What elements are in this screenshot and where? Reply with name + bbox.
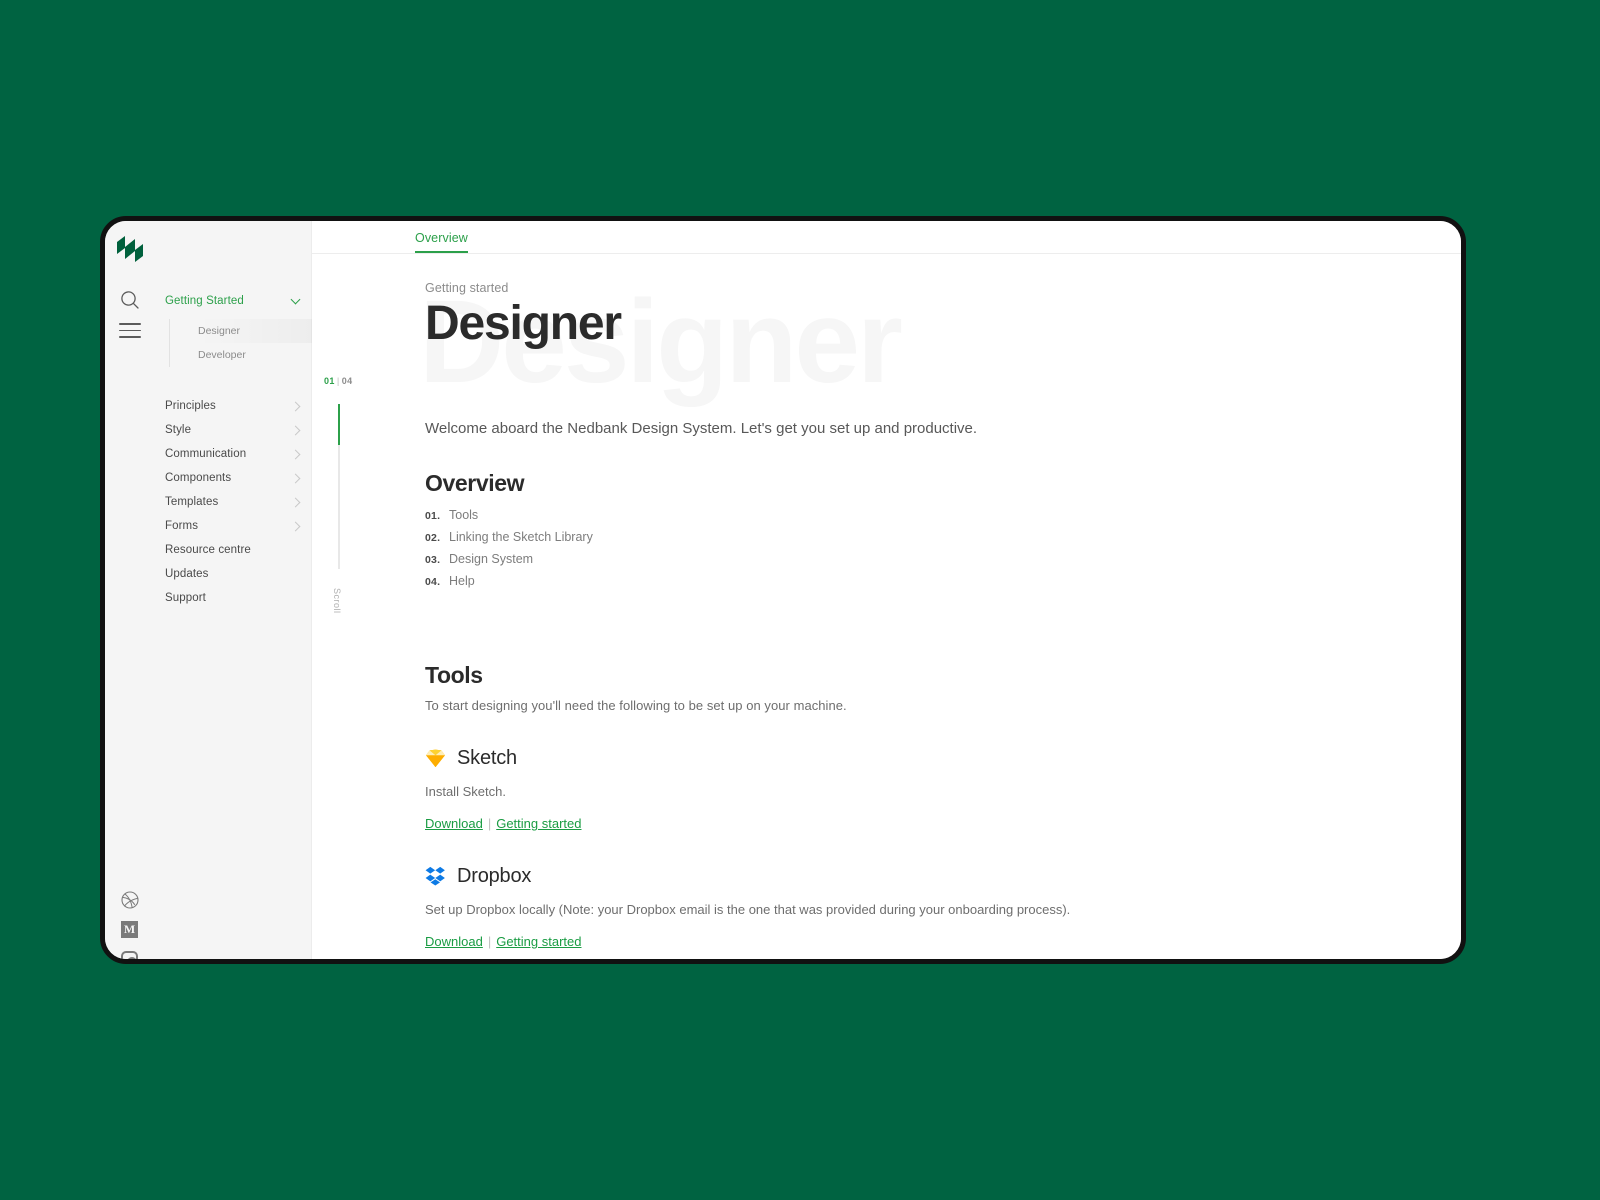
tools-heading: Tools — [425, 661, 483, 688]
intro-paragraph: Welcome aboard the Nedbank Design System… — [425, 420, 978, 437]
chevron-down-icon — [290, 294, 301, 304]
sidebar-subnav: Designer Developer — [169, 317, 322, 367]
tool-entry-sketch: Sketch Install Sketch. Download | Getting … — [425, 747, 1461, 831]
tool-header: Dropbox — [425, 865, 1461, 888]
sidebar-item-label: Support — [165, 592, 206, 604]
title-block: Designer Getting started Designer — [419, 281, 1461, 401]
dribbble-icon[interactable] — [121, 891, 139, 909]
tool-links: Download | Getting started — [425, 934, 1461, 949]
sketch-icon — [425, 749, 446, 768]
hamburger-menu-icon[interactable] — [119, 323, 141, 345]
device-frame: M Getting Started Designer Developer Pri… — [100, 216, 1466, 964]
chevron-right-icon — [290, 425, 301, 435]
sidebar-main-list: Principles Style Communication Component… — [157, 394, 311, 610]
list-item-number: 03. — [425, 553, 441, 566]
sidebar-item-templates[interactable]: Templates — [157, 490, 311, 514]
chevron-right-icon — [290, 401, 301, 411]
tools-description: To start designing you'll need the follo… — [425, 697, 847, 713]
download-link[interactable]: Download — [425, 934, 483, 949]
list-item-label[interactable]: Design System — [449, 552, 533, 566]
scroll-progress-indicator: 01 | 04 Scroll — [320, 376, 380, 656]
page-title: Designer — [425, 297, 622, 350]
hamburger-line — [119, 336, 141, 338]
sidebar-item-support[interactable]: Support — [157, 586, 311, 610]
hamburger-line — [119, 329, 141, 332]
tool-header: Sketch — [425, 747, 1461, 770]
article: Designer Getting started Designer Welcom… — [419, 254, 1461, 959]
sidebar-subitem-label: Designer — [198, 325, 241, 337]
list-item-number: 02. — [425, 531, 441, 544]
sidebar-item-developer[interactable]: Developer — [198, 343, 311, 367]
chevron-right-icon — [290, 497, 301, 507]
list-item[interactable]: 01. Tools — [425, 508, 1461, 530]
tool-links: Download | Getting started — [425, 816, 1461, 831]
overview-list: 01. Tools 02. Linking the Sketch Library… — [425, 508, 1461, 596]
content-area: Overview 01 | 04 Scroll Designer Getting s… — [312, 221, 1461, 959]
list-item[interactable]: 03. Design System — [425, 552, 1461, 574]
dropbox-icon — [425, 866, 446, 886]
chevron-right-icon — [290, 521, 301, 531]
list-item-label[interactable]: Linking the Sketch Library — [449, 530, 593, 544]
overview-heading: Overview — [425, 469, 525, 496]
sidebar-item-label: Components — [165, 472, 232, 484]
tab-overview[interactable]: Overview — [415, 231, 468, 253]
download-link[interactable]: Download — [425, 816, 483, 831]
nedbank-logo[interactable] — [115, 233, 145, 265]
sidebar-nav: Getting Started Designer Developer Princ… — [157, 221, 322, 959]
getting-started-link[interactable]: Getting started — [496, 816, 581, 831]
chevron-right-icon — [290, 449, 301, 459]
sidebar-item-label: Communication — [165, 448, 247, 460]
tool-name: Dropbox — [457, 864, 532, 887]
getting-started-link[interactable]: Getting started — [496, 934, 581, 949]
list-item[interactable]: 02. Linking the Sketch Library — [425, 530, 1461, 552]
medium-icon-label: M — [121, 921, 138, 938]
sidebar-item-label: Forms — [165, 520, 199, 532]
hamburger-line — [119, 323, 141, 325]
sidebar-item-label: Principles — [165, 400, 216, 412]
sidebar-item-label: Templates — [165, 496, 219, 508]
sidebar-item-forms[interactable]: Forms — [157, 514, 311, 538]
sidebar-item-getting-started[interactable]: Getting Started — [157, 289, 311, 313]
scroll-thumb[interactable] — [338, 404, 340, 446]
sidebar-subitem-label: Developer — [198, 349, 246, 361]
link-separator: | — [487, 815, 492, 831]
sidebar-item-components[interactable]: Components — [157, 466, 311, 490]
sidebar-item-label: Resource centre — [165, 544, 251, 556]
sidebar-item-label: Updates — [165, 568, 209, 580]
instagram-icon-shape — [121, 951, 138, 959]
tool-description: Set up Dropbox locally (Note: your Dropb… — [425, 901, 1071, 917]
chevron-right-icon — [290, 473, 301, 483]
sidebar-item-label: Getting Started — [165, 295, 244, 307]
list-item[interactable]: 04. Help — [425, 574, 1461, 596]
sidebar-item-resource-centre[interactable]: Resource centre — [157, 538, 311, 562]
tool-entry-dropbox: Dropbox Set up Dropbox locally (Note: yo… — [425, 865, 1461, 949]
instagram-icon[interactable] — [121, 951, 139, 959]
search-icon[interactable] — [119, 289, 141, 311]
scroll-label: Scroll — [332, 588, 342, 614]
tab-bar: Overview — [312, 221, 1461, 254]
medium-icon[interactable]: M — [121, 921, 139, 939]
sidebar-item-designer[interactable]: Designer — [198, 317, 322, 345]
list-item-number: 04. — [425, 575, 441, 588]
scroll-total: 04 — [341, 376, 353, 386]
sidebar-item-style[interactable]: Style — [157, 418, 311, 442]
sidebar-item-principles[interactable]: Principles — [157, 394, 311, 418]
list-item-label[interactable]: Help — [449, 574, 475, 588]
breadcrumb-eyebrow: Getting started — [425, 281, 509, 295]
tool-name: Sketch — [457, 746, 517, 769]
scroll-current: 01 — [324, 376, 335, 386]
scroll-track[interactable] — [338, 404, 340, 569]
scroll-counter: 01 | 04 — [324, 376, 380, 386]
sidebar-item-communication[interactable]: Communication — [157, 442, 311, 466]
tool-description: Install Sketch. — [425, 783, 506, 799]
sidebar-item-label: Style — [165, 424, 192, 436]
icon-rail: M — [105, 221, 157, 959]
sidebar-item-updates[interactable]: Updates — [157, 562, 311, 586]
scroll-separator: | — [336, 376, 340, 386]
list-item-number: 01. — [425, 509, 441, 522]
list-item-label[interactable]: Tools — [449, 508, 478, 522]
link-separator: | — [487, 934, 492, 950]
